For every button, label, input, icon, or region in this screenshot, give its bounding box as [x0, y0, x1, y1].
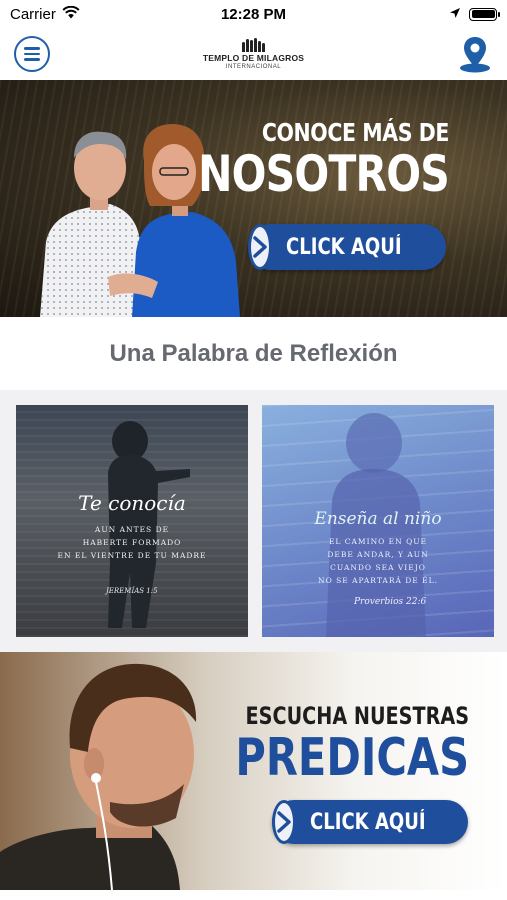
church-logo[interactable]: TEMPLO DE MILAGROS INTERNACIONAL — [203, 38, 304, 70]
section-title: Una Palabra de Reflexión — [0, 317, 507, 390]
card-line: CUANDO SEA VIEJO — [330, 563, 426, 572]
reflection-card[interactable]: Enseña al niño EL CAMINO EN QUE DEBE AND… — [262, 405, 494, 637]
carrier-label: Carrier — [10, 5, 56, 23]
status-bar: Carrier 12:28 PM — [0, 0, 507, 28]
card-line: NO SE APARTARÁ DE ÉL. — [318, 576, 438, 585]
card-line: AUN ANTES DE — [94, 525, 170, 534]
chevron-right-icon — [248, 224, 272, 270]
about-click-here-button[interactable]: CLICK AQUÍ — [248, 224, 446, 270]
card-script-title: Te conocía — [78, 491, 186, 515]
child-silhouette-image — [108, 421, 190, 628]
sermons-banner[interactable]: ESCUCHA NUESTRAS PREDICAS CLICK AQUÍ — [0, 652, 507, 890]
logo-name: TEMPLO DE MILAGROS — [202, 53, 305, 64]
people-figures-icon — [241, 38, 265, 53]
sermons-title: PREDICAS — [235, 728, 469, 788]
sermons-subtitle: ESCUCHA NUESTRAS — [245, 702, 470, 730]
card-line: EL CAMINO EN QUE — [328, 537, 428, 546]
card-reference: JEREMÍAS 1:5 — [106, 587, 158, 595]
sermons-cta-label: CLICK AQUÍ — [310, 809, 426, 835]
logo-subtitle: INTERNACIONAL — [225, 63, 282, 70]
card-script-title: Enseña al niño — [314, 509, 442, 529]
hero-subtitle: CONOCE MÁS DE — [261, 118, 450, 147]
card-line: EN EL VIENTRE DE TU MADRE — [57, 551, 207, 560]
card-line: DEBE ANDAR, Y AUN — [327, 550, 429, 559]
reflection-card[interactable]: Te conocía AUN ANTES DE HABERTE FORMADO … — [16, 405, 248, 637]
card-line: HABERTE FORMADO — [82, 538, 182, 547]
sermons-click-here-button[interactable]: CLICK AQUÍ — [272, 800, 468, 844]
location-pin-icon[interactable] — [457, 34, 493, 74]
hero-title: NOSOTROS — [198, 145, 450, 203]
chevron-right-icon — [272, 800, 296, 844]
nav-bar: TEMPLO DE MILAGROS INTERNACIONAL — [0, 28, 507, 80]
card-reference: Proverbios 22:6 — [354, 597, 427, 607]
reflection-cards: Te conocía AUN ANTES DE HABERTE FORMADO … — [0, 390, 507, 652]
wifi-icon — [62, 5, 80, 23]
battery-icon — [469, 7, 500, 21]
about-us-banner[interactable]: CONOCE MÁS DE NOSOTROS CLICK AQUÍ — [0, 80, 507, 317]
about-cta-label: CLICK AQUÍ — [286, 234, 402, 260]
hamburger-menu-icon[interactable] — [14, 36, 50, 72]
location-arrow-icon — [449, 6, 461, 23]
